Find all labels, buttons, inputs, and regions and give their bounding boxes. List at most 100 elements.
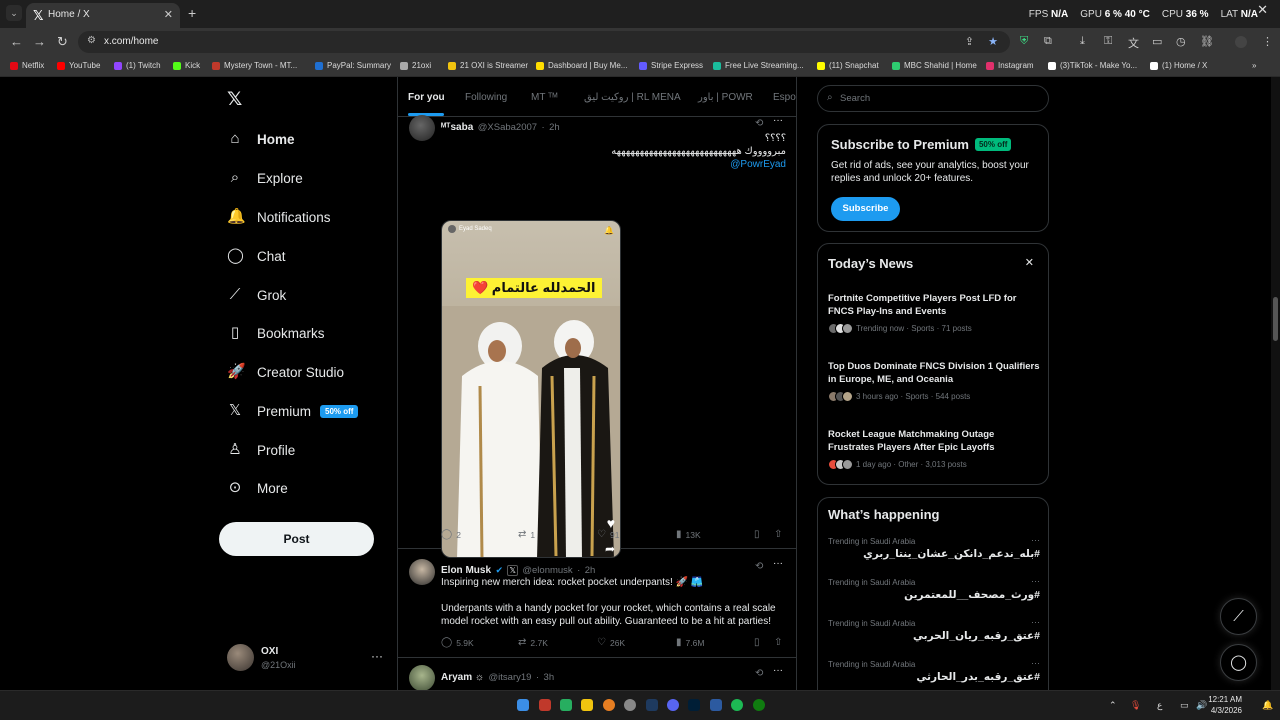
tweet-mention[interactable]: @PowrEyad	[730, 158, 786, 171]
reply-button[interactable]: ◯ 5.9K	[441, 637, 474, 648]
sidebar-item-more[interactable]: ⊙ More	[227, 477, 288, 499]
chrome-icon[interactable]	[603, 699, 615, 711]
tab-following[interactable]: Following	[465, 92, 507, 103]
more-dots-icon[interactable]: ···	[371, 649, 383, 663]
x-logo-icon[interactable]: 𝕏	[227, 88, 242, 111]
tweet-author[interactable]: Elon Musk	[441, 565, 491, 576]
trend-item[interactable]: Trending in Saudi Arabia ··· #بله_ندعم_دان…	[828, 535, 1040, 573]
steam-icon[interactable]	[646, 699, 658, 711]
repost-button[interactable]: ⇄ 2.7K	[518, 637, 548, 648]
bookmark-item[interactable]: PayPal: Summary	[315, 61, 391, 70]
site-info-icon[interactable]: ⚙	[87, 35, 96, 46]
tab-for-you[interactable]: For you	[408, 92, 445, 103]
app-icon[interactable]	[539, 699, 551, 711]
grok-icon[interactable]: ⟲	[755, 668, 763, 679]
tweet-handle[interactable]: @XSaba2007	[478, 122, 537, 133]
excel-icon[interactable]	[560, 699, 572, 711]
discord-icon[interactable]	[667, 699, 679, 711]
back-arrow-icon[interactable]: ←	[10, 34, 23, 49]
browser-menu-icon[interactable]: ⋮	[1262, 35, 1273, 48]
subscribe-button[interactable]: Subscribe	[831, 197, 900, 221]
avatar[interactable]	[409, 559, 435, 585]
news-item[interactable]: Top Duos Dominate FNCS Division 1 Qualif…	[828, 360, 1040, 402]
sidebar-item-chat[interactable]: ◯ Chat	[227, 245, 286, 267]
browser-tab-active[interactable]: 𝕏 Home / X ✕	[26, 3, 180, 28]
shield-extension-icon[interactable]: ⛨	[1020, 35, 1028, 48]
keyboard-language[interactable]: ع	[1157, 700, 1162, 711]
sidebar-item-premium[interactable]: 𝕏 Premium 50% off	[227, 400, 359, 422]
tweet-handle[interactable]: @itsary19	[489, 672, 532, 683]
extensions-puzzle-icon[interactable]: ⧉	[1044, 35, 1052, 48]
bookmark-item[interactable]: 21 OXI is Streamer	[448, 61, 528, 70]
downloads-icon[interactable]: ⤓	[1080, 35, 1085, 48]
bookmark-item[interactable]: (1) Twitch	[114, 61, 161, 70]
spotify-icon[interactable]	[731, 699, 743, 711]
sidebar-item-creator-studio[interactable]: 🚀 Creator Studio	[227, 361, 344, 383]
bookmark-item[interactable]: Stripe Express	[639, 61, 703, 70]
more-dots-icon[interactable]: ···	[1031, 576, 1040, 586]
history-icon[interactable]: ◷	[1176, 35, 1186, 48]
more-dots-icon[interactable]: ···	[773, 665, 783, 676]
sidebar-item-grok[interactable]: ⟋ Grok	[227, 284, 287, 306]
bookmark-item[interactable]: Mystery Town - MT...	[212, 61, 297, 70]
network-icon[interactable]: ▭	[1180, 700, 1189, 711]
photoshop-icon[interactable]	[688, 699, 700, 711]
bookmarks-overflow-icon[interactable]: »	[1252, 61, 1256, 70]
bookmark-item[interactable]: (1) Home / X	[1150, 61, 1207, 70]
grok-icon[interactable]: ⟲	[755, 561, 763, 572]
start-windows-icon[interactable]	[517, 699, 529, 711]
window-close-icon[interactable]: ✕	[1257, 2, 1268, 18]
tray-chevron-icon[interactable]: ⌃	[1109, 700, 1117, 711]
tab-close-icon[interactable]: ✕	[164, 8, 173, 21]
sidebar-item-bookmarks[interactable]: ▯ Bookmarks	[227, 322, 325, 344]
tab-mt[interactable]: MT ᵀᴹ	[531, 92, 557, 103]
search-input[interactable]: ⌕ Search	[817, 85, 1049, 112]
bookmark-item[interactable]: MBC Shahid | Home	[892, 61, 977, 70]
tweet-media-video[interactable]: Eyad Sadeq 🔔 الحمدلله عالتمام ❤️ ♥ ➦	[441, 220, 621, 558]
bookmark-button[interactable]: ▯	[754, 637, 760, 648]
share-button[interactable]: ⇧	[774, 637, 782, 648]
sidebar-item-profile[interactable]: ♙ Profile	[227, 439, 295, 461]
volume-icon[interactable]: 🔊	[1196, 700, 1207, 711]
post-button[interactable]: Post	[219, 522, 374, 556]
app-icon[interactable]	[710, 699, 722, 711]
avatar[interactable]	[409, 115, 435, 141]
sidebar-item-explore[interactable]: ⌕ Explore	[227, 167, 303, 189]
file-explorer-icon[interactable]	[581, 699, 593, 711]
bookmark-item[interactable]: YouTube	[57, 61, 100, 70]
trend-item[interactable]: Trending in Saudi Arabia ··· #ورث_مصحف__لل…	[828, 576, 1040, 614]
bookmark-item[interactable]: Free Live Streaming...	[713, 61, 804, 70]
bookmark-item[interactable]: Netflix	[10, 61, 44, 70]
like-button[interactable]: ♡ 91	[597, 529, 619, 540]
share-button[interactable]: ⇧	[774, 529, 782, 540]
news-item[interactable]: Rocket League Matchmaking Outage Frustra…	[828, 428, 1040, 470]
more-dots-icon[interactable]: ···	[1031, 658, 1040, 668]
notification-bell-icon[interactable]: 🔔	[1262, 700, 1273, 711]
avatar[interactable]	[409, 665, 435, 690]
tweet-author[interactable]: ᴹᵀsaba	[441, 122, 473, 133]
bookmark-item[interactable]: Dashboard | Buy Me...	[536, 61, 627, 70]
bookmark-item[interactable]: (11) Snapchat	[817, 61, 879, 70]
tab-esports[interactable]: Espor	[773, 92, 796, 103]
tweet-handle[interactable]: @elonmusk	[522, 565, 572, 576]
profile-avatar-icon[interactable]	[1235, 36, 1247, 48]
bookmark-star-icon[interactable]: ★	[988, 35, 998, 48]
tab-search-chevron-icon[interactable]: ⌄	[6, 5, 22, 21]
bookmark-item[interactable]: 21oxi	[400, 61, 431, 70]
chat-fab-button[interactable]: ◯	[1220, 644, 1257, 681]
address-url[interactable]: x.com/home	[104, 36, 158, 47]
account-switcher[interactable]: OXI @21Oxii ···	[227, 644, 387, 674]
install-app-icon[interactable]: ⇪	[965, 35, 974, 48]
like-button[interactable]: ♡ 26K	[597, 637, 625, 648]
translate-icon[interactable]: 文	[1128, 35, 1139, 51]
reply-button[interactable]: ◯ 2	[441, 529, 461, 540]
xbox-icon[interactable]	[753, 699, 765, 711]
tweet[interactable]: ᴹᵀsaba @XSaba2007 · 2h ⟲ ··· ؟؟؟؟ مبرووو…	[398, 115, 796, 558]
sidebar-item-home[interactable]: ⌂ Home	[227, 128, 294, 150]
payment-card-icon[interactable]: ▭	[1152, 35, 1162, 48]
page-scrollbar[interactable]	[1271, 77, 1280, 690]
new-tab-plus-icon[interactable]: +	[188, 5, 196, 21]
tweet[interactable]: Elon Musk ✔ 𝕏 @elonmusk · 2h ⟲ ··· Inspi…	[398, 550, 796, 658]
tweet-author[interactable]: Aryam ☼	[441, 672, 484, 683]
repost-button[interactable]: ⇄ 1	[518, 529, 535, 540]
